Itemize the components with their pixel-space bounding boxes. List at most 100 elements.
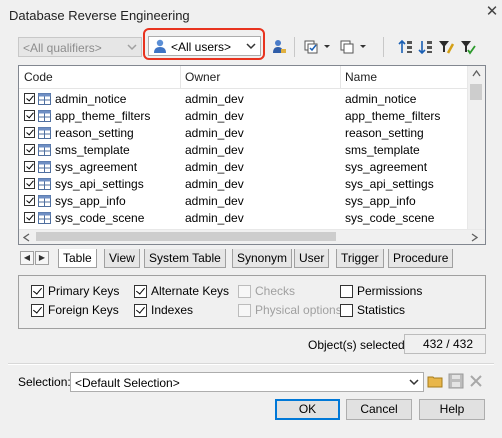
delete-selection-button [467, 372, 485, 390]
checkbox-box[interactable] [340, 304, 353, 317]
table-row[interactable]: sms_template admin_dev sms_template [19, 142, 467, 159]
scrollbar-thumb[interactable] [470, 84, 482, 100]
physical-options-label: Physical options [255, 303, 342, 317]
tab-user[interactable]: User [294, 249, 330, 268]
close-icon[interactable]: ✕ [485, 4, 499, 20]
horizontal-scrollbar[interactable] [19, 229, 485, 244]
vertical-scrollbar[interactable] [467, 66, 485, 244]
cell-name: app_theme_filters [345, 109, 441, 123]
cell-owner: admin_dev [185, 177, 244, 191]
row-checkbox[interactable] [24, 161, 35, 172]
tab-view[interactable]: View [104, 249, 140, 268]
window-title: Database Reverse Engineering [9, 8, 190, 23]
table-icon [38, 110, 51, 122]
object-type-tabs: ◀ ▶ Table View System Table Synonym User… [18, 249, 486, 269]
caret-down-icon[interactable] [323, 43, 331, 51]
filter-button[interactable] [437, 38, 455, 56]
scroll-up-icon[interactable] [472, 70, 481, 77]
column-header-code[interactable]: Code [19, 66, 180, 88]
divider [8, 363, 494, 365]
checkbox-box[interactable] [134, 304, 147, 317]
ok-button[interactable]: OK [275, 399, 340, 420]
deselect-all-button[interactable] [338, 38, 356, 56]
table-icon [38, 127, 51, 139]
filter-pencil-icon [439, 41, 455, 54]
row-checkbox[interactable] [24, 144, 35, 155]
table-row[interactable]: sys_agreement admin_dev sys_agreement [19, 159, 467, 176]
tab-procedure[interactable]: Procedure [388, 249, 454, 268]
cell-code: admin_notice [55, 92, 127, 106]
object-list[interactable]: Code Owner Name admin_notice admin_dev adm… [18, 65, 486, 245]
cell-code: reason_setting [55, 126, 134, 140]
open-selection-button[interactable] [427, 372, 445, 390]
select-all-icon [304, 40, 318, 54]
select-all-button[interactable] [302, 38, 320, 56]
sort-descending-button[interactable] [417, 38, 435, 56]
column-header-owner[interactable]: Owner [180, 66, 340, 88]
objects-selected-value: 432 / 432 [404, 334, 486, 354]
checkbox-box[interactable] [31, 285, 44, 298]
column-header-name[interactable]: Name [340, 66, 467, 88]
users-select-highlight [143, 28, 265, 60]
table-row[interactable]: sys_api_settings admin_dev sys_api_setting… [19, 176, 467, 193]
cell-owner: admin_dev [185, 143, 244, 157]
alternate-keys-label: Alternate Keys [151, 284, 230, 298]
indexes-label: Indexes [151, 303, 194, 317]
caret-down-icon[interactable] [359, 43, 367, 51]
table-row[interactable]: admin_notice admin_dev admin_notice [19, 91, 467, 108]
row-checkbox[interactable] [24, 93, 35, 104]
table-icon [38, 195, 51, 207]
table-icon [38, 178, 51, 190]
chevron-down-icon [409, 379, 419, 386]
folder-icon [427, 376, 443, 388]
table-icon [38, 161, 51, 173]
primary-keys-label: Primary Keys [48, 284, 120, 298]
cell-name: sys_agreement [345, 160, 428, 174]
cell-name: sys_app_info [345, 194, 416, 208]
cell-name: sys_api_settings [345, 177, 434, 191]
clear-filter-button[interactable] [459, 38, 477, 56]
row-checkbox[interactable] [24, 110, 35, 121]
cell-code: app_theme_filters [55, 109, 151, 123]
tab-scroll-right-icon[interactable]: ▶ [35, 251, 49, 265]
checkbox-box[interactable] [134, 285, 147, 298]
tab-table[interactable]: Table [58, 249, 97, 268]
tab-trigger[interactable]: Trigger [336, 249, 384, 268]
table-icon [38, 93, 51, 105]
cell-owner: admin_dev [185, 160, 244, 174]
tab-scroll-left-icon[interactable]: ◀ [20, 251, 34, 265]
cell-name: sys_code_scene [345, 211, 435, 225]
selection-select-value: <Default Selection> [75, 376, 180, 390]
scrollbar-thumb[interactable] [36, 232, 336, 241]
scroll-right-icon[interactable] [471, 233, 478, 242]
table-row[interactable]: app_theme_filters admin_dev app_theme_filt… [19, 108, 467, 125]
tab-synonym[interactable]: Synonym [232, 249, 293, 268]
toolbar-separator [294, 37, 295, 57]
delete-icon [470, 375, 482, 387]
cell-code: sys_agreement [55, 160, 138, 174]
row-checkbox[interactable] [24, 195, 35, 206]
deselect-all-icon [340, 40, 354, 54]
cell-owner: admin_dev [185, 109, 244, 123]
table-row[interactable]: sys_app_info admin_dev sys_app_info [19, 193, 467, 210]
row-checkbox[interactable] [24, 127, 35, 138]
checkbox-box[interactable] [340, 285, 353, 298]
statistics-label: Statistics [357, 303, 406, 317]
tab-system-table[interactable]: System Table [144, 249, 226, 268]
help-button[interactable]: Help [419, 399, 485, 420]
cell-code: sms_template [55, 143, 130, 157]
table-row[interactable]: sys_code_scene admin_dev sys_code_scene [19, 210, 467, 227]
checkbox-box[interactable] [31, 304, 44, 317]
table-row[interactable]: reason_setting admin_dev reason_setting [19, 125, 467, 142]
cell-code: sys_api_settings [55, 177, 144, 191]
selection-select[interactable]: <Default Selection> [70, 372, 424, 392]
sort-ascending-button[interactable] [397, 38, 415, 56]
cell-owner: admin_dev [185, 194, 244, 208]
cancel-button[interactable]: Cancel [346, 399, 412, 420]
row-checkbox[interactable] [24, 212, 35, 223]
filter-check-icon [461, 41, 476, 55]
row-checkbox[interactable] [24, 178, 35, 189]
scroll-left-icon[interactable] [23, 233, 30, 242]
login-user-button[interactable] [270, 38, 288, 56]
sort-ascending-icon [398, 39, 412, 53]
